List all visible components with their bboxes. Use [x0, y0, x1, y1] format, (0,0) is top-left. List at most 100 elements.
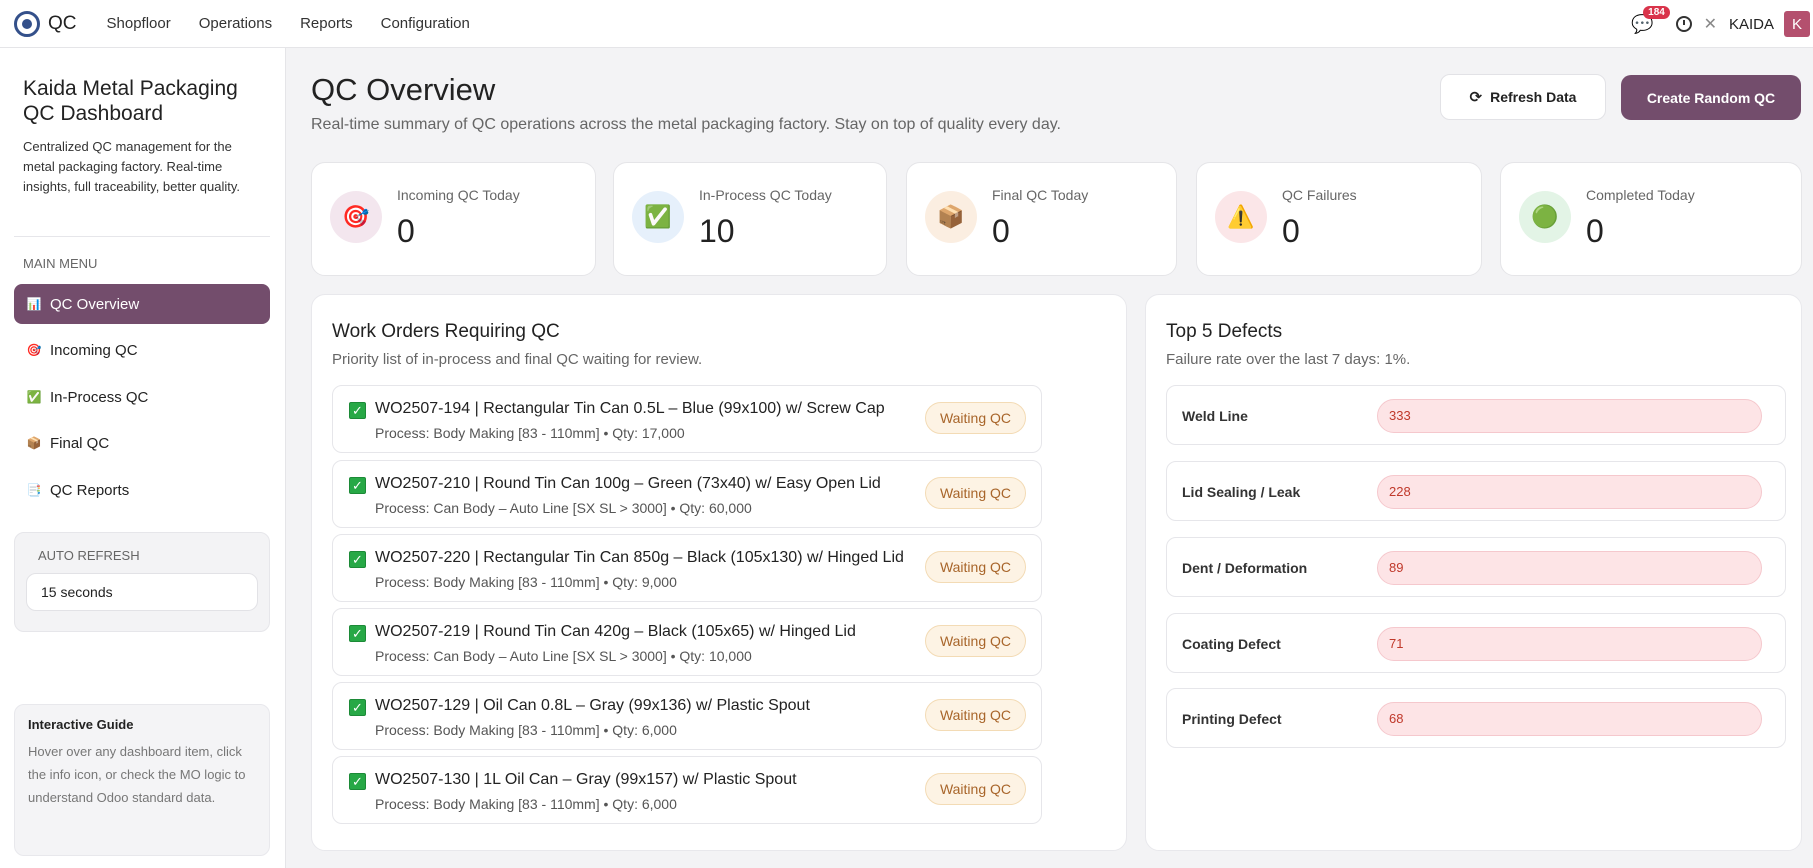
- checkbox-icon: ✓: [349, 402, 366, 419]
- sidebar-item-final-qc[interactable]: 📦 Final QC: [14, 423, 270, 463]
- defect-row[interactable]: Coating Defect 71: [1166, 613, 1786, 673]
- sidebar-item-qc-overview[interactable]: 📊 QC Overview: [14, 284, 270, 324]
- company-name[interactable]: KAIDA: [1729, 16, 1774, 33]
- work-order-title: WO2507-219 | Round Tin Can 420g – Black …: [375, 623, 856, 640]
- stat-card-final[interactable]: 📦 Final QC Today 0: [906, 162, 1177, 276]
- work-order-row[interactable]: ✓ WO2507-210 | Round Tin Can 100g – Gree…: [332, 460, 1042, 528]
- auto-refresh-label: AUTO REFRESH: [38, 548, 140, 563]
- work-order-process: Process: Body Making [83 - 110mm] • Qty:…: [375, 722, 677, 738]
- stat-label: Completed Today: [1586, 187, 1695, 203]
- stat-card-failures[interactable]: ⚠️ QC Failures 0: [1196, 162, 1482, 276]
- work-order-row[interactable]: ✓ WO2507-129 | Oil Can 0.8L – Gray (99x1…: [332, 682, 1042, 750]
- app-title: QC: [48, 12, 77, 34]
- defect-row[interactable]: Dent / Deformation 89: [1166, 537, 1786, 597]
- chart-icon: 📊: [26, 297, 42, 311]
- status-badge: Waiting QC: [924, 773, 1026, 805]
- work-order-title: WO2507-210 | Round Tin Can 100g – Green …: [375, 475, 881, 492]
- defect-name: Dent / Deformation: [1182, 560, 1308, 576]
- nav-operations[interactable]: Operations: [199, 15, 272, 32]
- defect-count: 71: [1377, 627, 1762, 661]
- notification-badge: 184: [1643, 5, 1670, 19]
- interactive-guide: Interactive Guide Hover over any dashboa…: [14, 704, 270, 856]
- work-order-row[interactable]: ✓ WO2507-219 | Round Tin Can 420g – Blac…: [332, 608, 1042, 676]
- stat-label: Incoming QC Today: [397, 187, 520, 203]
- defect-row[interactable]: Lid Sealing / Leak 228: [1166, 461, 1786, 521]
- defect-name: Coating Defect: [1182, 636, 1281, 652]
- work-order-process: Process: Body Making [83 - 110mm] • Qty:…: [375, 425, 685, 441]
- sidebar-item-label: Incoming QC: [50, 341, 138, 359]
- sidebar-divider: [14, 236, 270, 237]
- sidebar-title: Kaida Metal Packaging QC Dashboard: [23, 77, 238, 125]
- chat-button[interactable]: 💬 184: [1631, 5, 1670, 35]
- sidebar-description: Centralized QC management for the metal …: [23, 139, 241, 194]
- work-orders-subtitle: Priority list of in-process and final QC…: [332, 351, 703, 368]
- refresh-label: Refresh Data: [1490, 89, 1577, 105]
- work-order-row[interactable]: ✓ WO2507-220 | Rectangular Tin Can 850g …: [332, 534, 1042, 602]
- stat-label: In-Process QC Today: [699, 187, 832, 203]
- work-order-title: WO2507-129 | Oil Can 0.8L – Gray (99x136…: [375, 697, 810, 714]
- qc-logo-icon: [14, 10, 40, 37]
- status-icon: 🟢: [1519, 191, 1571, 243]
- stat-card-in-process[interactable]: ✅ In-Process QC Today 10: [613, 162, 887, 276]
- status-badge: Waiting QC: [924, 625, 1026, 657]
- warning-icon: ⚠️: [1215, 191, 1267, 243]
- guide-title: Interactive Guide: [28, 717, 134, 732]
- sidebar-item-qc-reports[interactable]: 📑 QC Reports: [14, 470, 270, 510]
- nav-configuration[interactable]: Configuration: [381, 15, 470, 32]
- nav-reports[interactable]: Reports: [300, 15, 353, 32]
- box-icon: 📦: [26, 436, 42, 450]
- defect-count: 68: [1377, 702, 1762, 736]
- check-icon: ✅: [26, 390, 42, 404]
- check-icon: ✅: [632, 191, 684, 243]
- status-badge: Waiting QC: [924, 477, 1026, 509]
- auto-refresh-select[interactable]: 15 seconds: [26, 573, 258, 611]
- stat-value: 0: [1282, 213, 1300, 249]
- defect-name: Weld Line: [1182, 408, 1248, 424]
- work-order-row[interactable]: ✓ WO2507-130 | 1L Oil Can – Gray (99x157…: [332, 756, 1042, 824]
- sidebar-item-label: In-Process QC: [50, 388, 149, 406]
- create-random-qc-button[interactable]: Create Random QC: [1621, 75, 1801, 120]
- sidebar-item-label: Final QC: [50, 434, 110, 452]
- stat-value: 0: [397, 213, 415, 249]
- auto-refresh-card: AUTO REFRESH 15 seconds: [14, 532, 270, 632]
- defect-count: 228: [1377, 475, 1762, 509]
- defect-count: 333: [1377, 399, 1762, 433]
- refresh-data-button[interactable]: ⟳ Refresh Data: [1440, 74, 1606, 120]
- work-orders-panel: Work Orders Requiring QC Priority list o…: [311, 294, 1127, 851]
- avatar[interactable]: K: [1784, 11, 1810, 37]
- checkbox-icon: ✓: [349, 773, 366, 790]
- work-order-title: WO2507-220 | Rectangular Tin Can 850g – …: [375, 549, 904, 566]
- defect-name: Printing Defect: [1182, 711, 1282, 727]
- defects-title: Top 5 Defects: [1166, 321, 1283, 342]
- stat-card-incoming[interactable]: 🎯 Incoming QC Today 0: [311, 162, 596, 276]
- sidebar-item-incoming-qc[interactable]: 🎯 Incoming QC: [14, 330, 270, 370]
- work-order-row[interactable]: ✓ WO2507-194 | Rectangular Tin Can 0.5L …: [332, 385, 1042, 453]
- target-icon: 🎯: [330, 191, 382, 243]
- status-badge: Waiting QC: [924, 551, 1026, 583]
- work-order-process: Process: Body Making [83 - 110mm] • Qty:…: [375, 796, 677, 812]
- stat-value: 0: [1586, 213, 1604, 249]
- stat-value: 0: [992, 213, 1010, 249]
- box-icon: 📦: [925, 191, 977, 243]
- target-icon: 🎯: [26, 343, 42, 357]
- work-order-process: Process: Can Body – Auto Line [SX SL > 3…: [375, 648, 752, 664]
- stat-card-completed[interactable]: 🟢 Completed Today 0: [1500, 162, 1802, 276]
- refresh-icon: ⟳: [1469, 89, 1483, 106]
- checkbox-icon: ✓: [349, 625, 366, 642]
- activity-clock-icon[interactable]: [1675, 16, 1692, 32]
- stat-value: 10: [699, 213, 735, 249]
- top-right-tools: 💬 184 ✕ KAIDA K: [1631, 0, 1813, 48]
- brand[interactable]: QC: [14, 10, 77, 37]
- defect-row[interactable]: Printing Defect 68: [1166, 688, 1786, 748]
- report-icon: 📑: [26, 483, 42, 497]
- sidebar-item-in-process-qc[interactable]: ✅ In-Process QC: [14, 377, 270, 417]
- work-order-title: WO2507-194 | Rectangular Tin Can 0.5L – …: [375, 400, 885, 417]
- defect-count: 89: [1377, 551, 1762, 585]
- top-bar: QC Shopfloor Operations Reports Configur…: [0, 0, 1813, 48]
- main-nav: Shopfloor Operations Reports Configurati…: [107, 15, 498, 32]
- nav-shopfloor[interactable]: Shopfloor: [107, 15, 171, 32]
- stat-label: QC Failures: [1282, 187, 1357, 203]
- status-badge: Waiting QC: [924, 699, 1026, 731]
- tools-icon[interactable]: ✕: [1704, 14, 1717, 34]
- defect-row[interactable]: Weld Line 333: [1166, 385, 1786, 445]
